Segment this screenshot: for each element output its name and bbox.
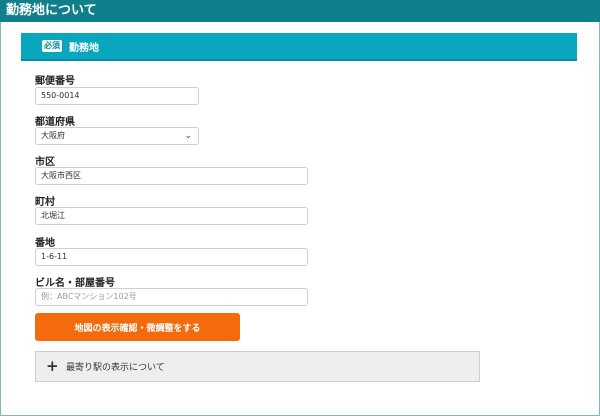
- city-label: 市区: [35, 157, 55, 168]
- postal-code-input[interactable]: 550-0014: [35, 87, 199, 105]
- town-label: 町村: [35, 197, 55, 208]
- building-label: ビル名・部屋番号: [35, 278, 115, 289]
- prefecture-value: 大阪府: [41, 131, 65, 140]
- map-confirm-button[interactable]: 地図の表示確認・微調整をする: [35, 313, 240, 341]
- section-header-workplace: 必須 勤務地: [21, 33, 577, 61]
- nearest-station-accordion[interactable]: + 最寄り駅の表示について: [35, 351, 480, 382]
- street-number-input[interactable]: 1-6-11: [35, 248, 308, 266]
- accordion-label: 最寄り駅の表示について: [66, 363, 165, 373]
- section-title: 勤務地: [69, 42, 99, 54]
- postal-code-label: 郵便番号: [35, 76, 75, 87]
- street-number-label: 番地: [35, 238, 55, 249]
- plus-icon: +: [46, 357, 59, 375]
- page-title: 勤務地について: [0, 0, 600, 22]
- prefecture-label: 都道府県: [35, 117, 75, 128]
- required-badge: 必須: [42, 40, 62, 52]
- building-input[interactable]: 例：ABCマンション102号: [35, 288, 308, 306]
- prefecture-select[interactable]: 大阪府 ⌄: [35, 127, 199, 145]
- city-input[interactable]: 大阪市西区: [35, 167, 308, 185]
- chevron-down-icon: ⌄: [184, 131, 192, 141]
- town-input[interactable]: 北堀江: [35, 207, 308, 225]
